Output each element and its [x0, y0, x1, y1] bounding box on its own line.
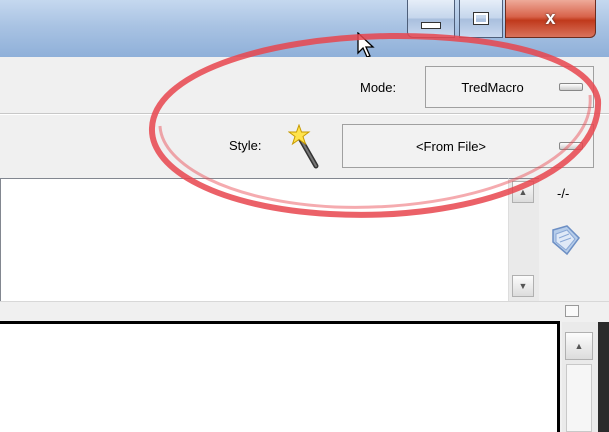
dropdown-handle-icon: [559, 83, 583, 91]
mode-select-value: TredMacro: [461, 79, 524, 95]
splitter-handle[interactable]: [565, 305, 579, 317]
style-select-value: <From File>: [415, 138, 487, 154]
close-button[interactable]: x: [505, 0, 596, 38]
canvas-scrollbar[interactable]: ▲: [562, 322, 598, 432]
scroll-thumb[interactable]: [566, 364, 592, 432]
style-label: Style:: [229, 138, 262, 153]
minimize-button[interactable]: [407, 0, 455, 38]
chevron-up-icon: ▲: [574, 341, 584, 351]
mode-label: Mode:: [360, 80, 397, 95]
scroll-down-button[interactable]: ▼: [512, 275, 534, 297]
scroll-up-button[interactable]: ▲: [512, 181, 534, 203]
maximize-icon: [473, 12, 489, 25]
text-view-panel[interactable]: [0, 178, 509, 302]
magic-wand-icon[interactable]: [288, 124, 322, 170]
maximize-button[interactable]: [459, 0, 503, 38]
close-icon: x: [545, 8, 556, 28]
window-edge: [598, 322, 609, 432]
text-view-scrollbar[interactable]: ▲ ▼: [508, 178, 539, 302]
minimize-icon: [421, 22, 441, 29]
zoom-label[interactable]: -/-: [557, 186, 569, 201]
chevron-up-icon: ▲: [518, 187, 528, 197]
style-select[interactable]: <From File>: [342, 124, 594, 168]
book-icon[interactable]: [545, 220, 585, 260]
tree-canvas[interactable]: [0, 321, 560, 432]
chevron-down-icon: ▼: [518, 281, 528, 291]
mode-select[interactable]: TredMacro: [425, 66, 594, 108]
dropdown-handle-icon: [559, 142, 583, 150]
mouse-cursor-icon: [357, 32, 375, 58]
panel-splitter[interactable]: [0, 301, 609, 320]
scroll-up-button[interactable]: ▲: [565, 332, 593, 360]
